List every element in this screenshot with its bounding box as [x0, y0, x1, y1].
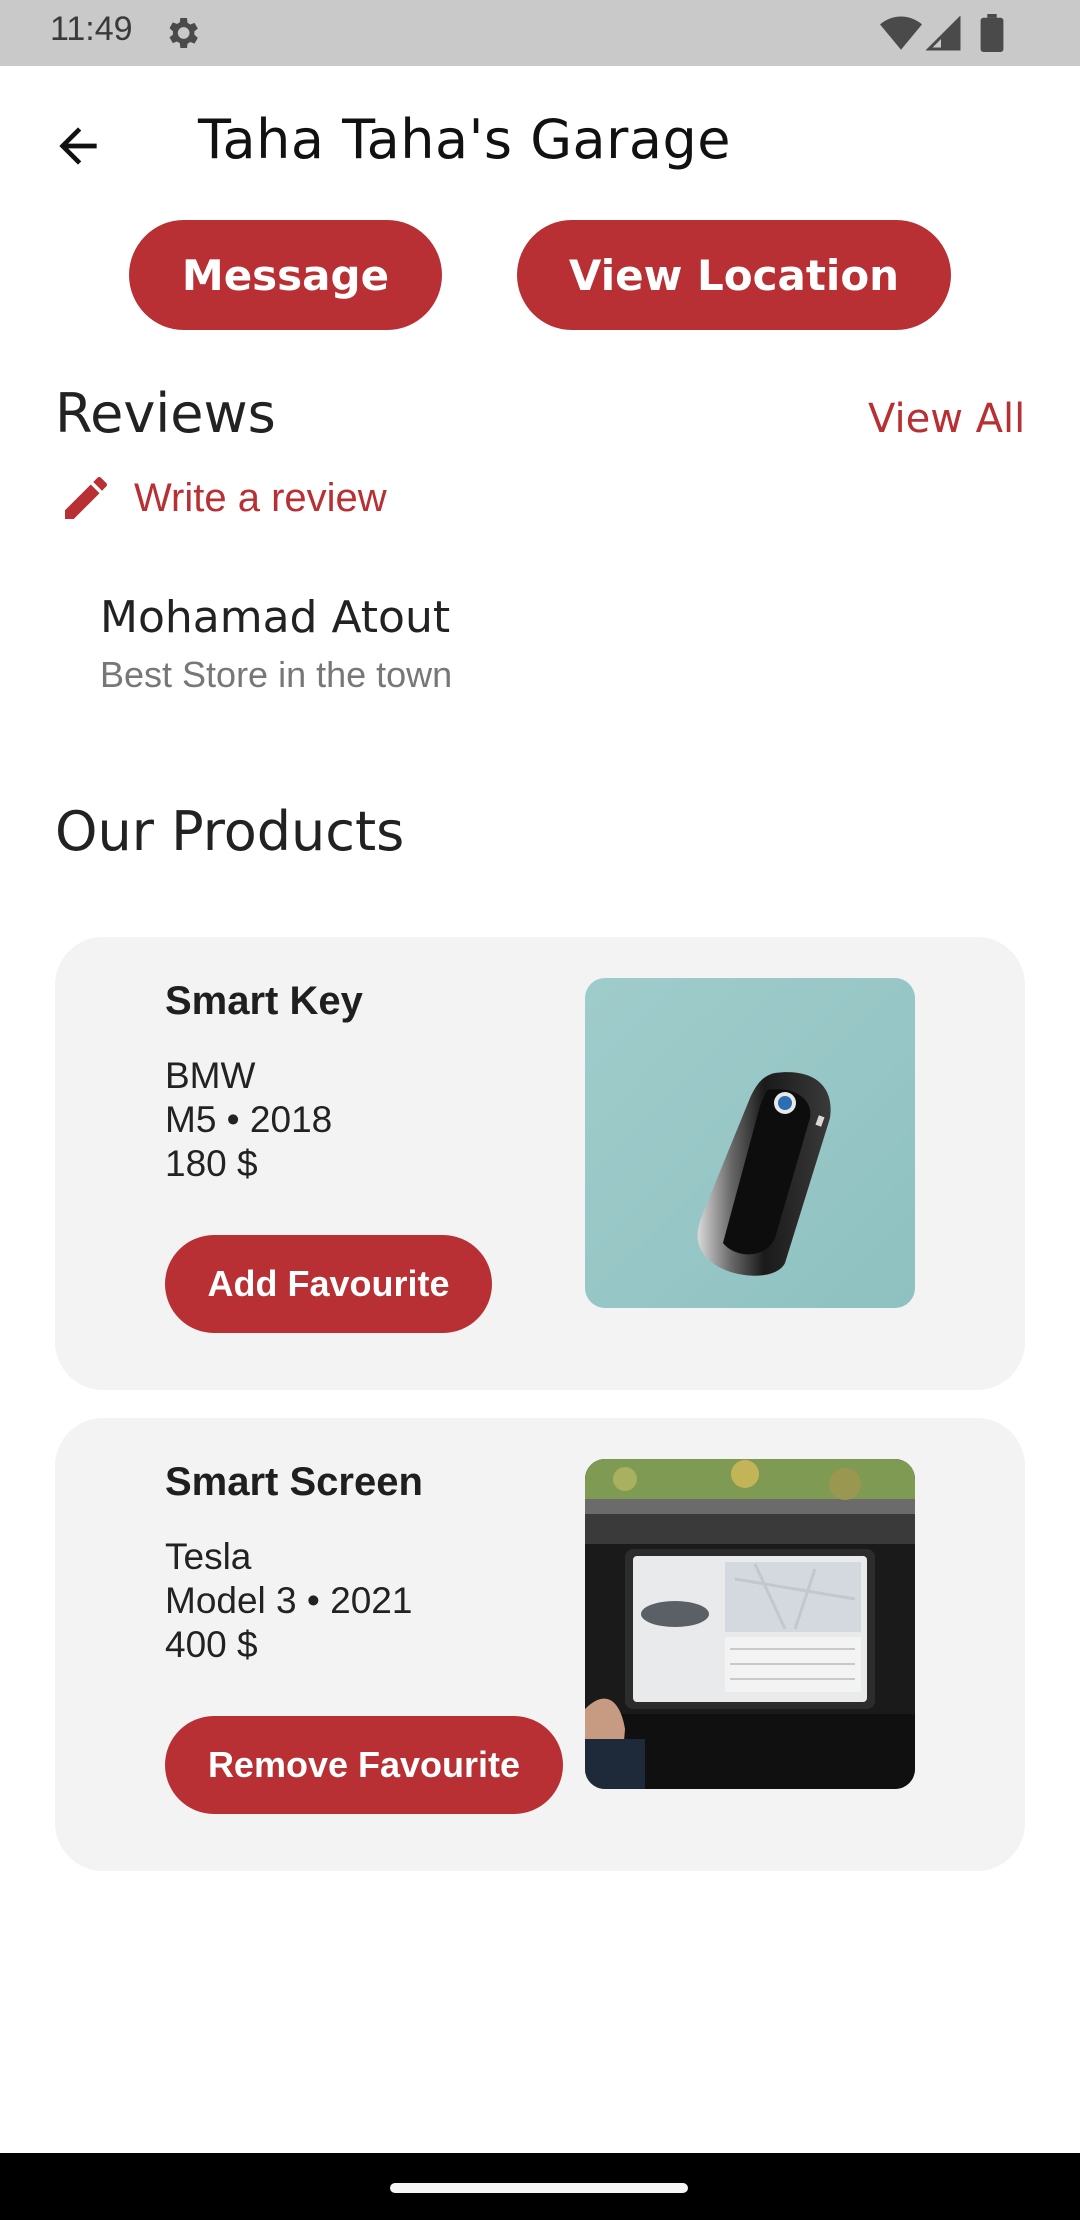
signal-icon	[926, 16, 961, 51]
review-text: Best Store in the town	[100, 654, 453, 695]
product-name: Smart Screen	[165, 1460, 423, 1504]
car-key-photo	[585, 978, 915, 1308]
battery-icon	[980, 14, 1004, 52]
view-all-link[interactable]: View All	[868, 396, 1025, 442]
message-button[interactable]: Message	[129, 220, 442, 330]
products-heading: Our Products	[55, 800, 405, 863]
product-price: 400 $	[165, 1624, 258, 1665]
product-card[interactable]: Smart Screen Tesla Model 3 • 2021 400 $ …	[55, 1418, 1025, 1871]
product-brand: BMW	[165, 1055, 256, 1096]
product-image	[585, 978, 915, 1308]
status-time: 11:49	[50, 10, 133, 48]
arrow-left-icon[interactable]	[50, 118, 106, 174]
product-model-year: M5 • 2018	[165, 1099, 333, 1140]
product-image	[585, 1459, 915, 1789]
pencil-icon	[65, 476, 107, 519]
write-review-label: Write a review	[134, 475, 387, 520]
page-title: Taha Taha's Garage	[198, 108, 731, 171]
write-review-button[interactable]: Write a review	[58, 470, 387, 526]
car-screen-photo	[585, 1459, 915, 1789]
reviews-heading: Reviews	[55, 382, 276, 445]
wifi-icon	[880, 16, 922, 50]
product-brand: Tesla	[165, 1536, 252, 1577]
product-price: 180 $	[165, 1143, 258, 1184]
remove-favourite-button[interactable]: Remove Favourite	[165, 1716, 563, 1814]
gear-icon	[169, 18, 198, 48]
product-card[interactable]: Smart Key BMW M5 • 2018 180 $ Add Favour…	[55, 937, 1025, 1390]
status-bar: 11:49	[0, 0, 1080, 66]
home-gesture-handle[interactable]	[390, 2183, 688, 2193]
view-location-button[interactable]: View Location	[517, 220, 951, 330]
product-model-year: Model 3 • 2021	[165, 1580, 413, 1621]
reviewer-name: Mohamad Atout	[100, 592, 451, 643]
product-name: Smart Key	[165, 979, 363, 1023]
add-favourite-button[interactable]: Add Favourite	[165, 1235, 492, 1333]
